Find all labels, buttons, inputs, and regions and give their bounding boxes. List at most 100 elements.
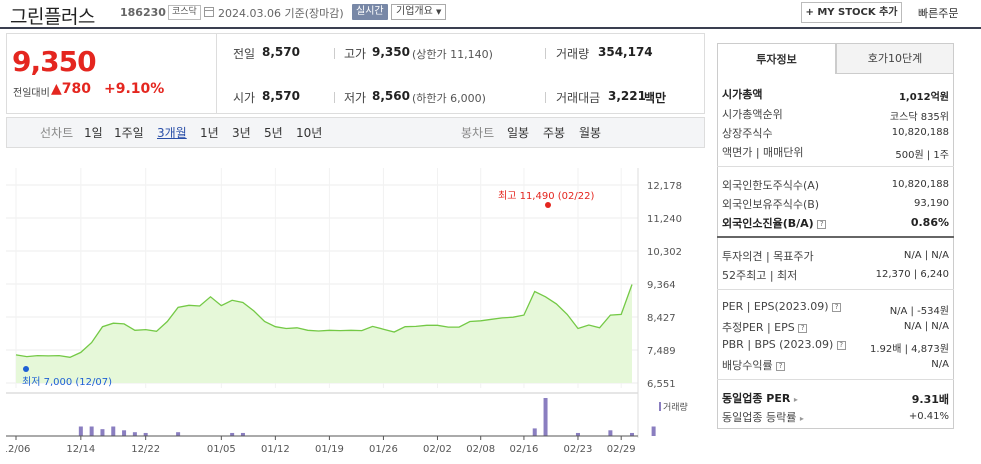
x-tick-label: 02/16 bbox=[510, 444, 539, 455]
open-value: 8,570 bbox=[262, 89, 300, 103]
y-tick-label: 9,364 bbox=[647, 280, 676, 291]
listed-shares-value: 10,820,188 bbox=[891, 127, 949, 138]
foreign-limit-label: 외국인한도주식수(A) bbox=[722, 179, 820, 192]
min-marker bbox=[23, 366, 29, 372]
foreign-holding-label: 외국인보유주식수(B) bbox=[722, 198, 820, 211]
sector-change-label[interactable]: 동일업종 등락률 ▸ bbox=[722, 409, 804, 425]
prev-close-value: 8,570 bbox=[262, 45, 300, 59]
volume-bar bbox=[100, 429, 105, 436]
divider bbox=[545, 92, 546, 103]
amount-value: 3,221 bbox=[608, 89, 646, 103]
volume-label: 거래량 bbox=[556, 47, 590, 61]
chevron-right-icon: ▸ bbox=[793, 395, 798, 404]
opinion-label: 투자의견 | 목표주가 bbox=[722, 250, 814, 263]
sector-change-value: +0.41% bbox=[908, 411, 949, 422]
stock-code: 186230 bbox=[120, 6, 166, 19]
candle-daily[interactable]: 일봉 bbox=[507, 124, 529, 141]
week52-value: 12,370 | 6,240 bbox=[875, 269, 949, 280]
market-cap-rank-label: 시가총액순위 bbox=[722, 108, 783, 121]
period-5y[interactable]: 5년 bbox=[264, 124, 283, 141]
add-mystock-button[interactable]: + MY STOCK 추가 bbox=[801, 2, 902, 23]
divider bbox=[334, 48, 335, 59]
current-price: 9,350 bbox=[12, 45, 97, 78]
tab-invest-info[interactable]: 투자정보 bbox=[717, 43, 836, 74]
volume-label: 거래량 bbox=[663, 401, 688, 413]
market-cap-value: 1,012억원 bbox=[898, 92, 949, 103]
chart-svg: 12,178 11,240 10,302 9,364 8,427 7,489 6,551 최고… bbox=[6, 168, 688, 455]
foreign-holding-value: 93,190 bbox=[914, 198, 949, 209]
period-1w[interactable]: 1주일 bbox=[114, 124, 144, 141]
divider bbox=[216, 33, 217, 114]
realtime-button[interactable]: 실시간 bbox=[352, 4, 388, 20]
pbr-bps-label: PBR | BPS (2023.09) ? bbox=[722, 338, 846, 351]
divider bbox=[717, 379, 954, 380]
amount-label: 거래대금 bbox=[556, 91, 601, 105]
low-label: 저가 bbox=[344, 91, 367, 105]
amount-unit: 백만 bbox=[644, 91, 667, 105]
prev-close-label: 전일 bbox=[233, 47, 256, 61]
y-tick-label: 6,551 bbox=[647, 379, 676, 390]
x-tick-label: 12/14 bbox=[66, 444, 95, 455]
help-icon[interactable]: ? bbox=[832, 303, 842, 312]
candle-weekly[interactable]: 주봉 bbox=[543, 124, 565, 141]
x-tick-label: 01/19 bbox=[315, 444, 344, 455]
quick-order-button[interactable]: 빠른주문 bbox=[918, 5, 958, 21]
x-tick-label: 01/05 bbox=[207, 444, 236, 455]
period-1d[interactable]: 1일 bbox=[84, 124, 103, 141]
x-tick-label: 02/29 bbox=[607, 444, 636, 455]
dividend-label: 배당수익률 ? bbox=[722, 357, 786, 373]
x-tick-label: 01/26 bbox=[369, 444, 398, 455]
max-label: 최고 11,490 (02/22) bbox=[498, 190, 594, 202]
volume-bar bbox=[78, 426, 83, 436]
sector-per-value: 9.31배 bbox=[911, 393, 949, 406]
price-chart[interactable]: 12,178 11,240 10,302 9,364 8,427 7,489 6,551 최고… bbox=[6, 148, 705, 464]
upper-limit: (상한가 11,140) bbox=[412, 48, 493, 61]
est-per-label: 추정PER | EPS ? bbox=[722, 319, 808, 335]
help-icon[interactable]: ? bbox=[817, 220, 827, 229]
period-3y[interactable]: 3년 bbox=[232, 124, 251, 141]
divider bbox=[717, 166, 954, 167]
candle-monthly[interactable]: 월봉 bbox=[579, 124, 601, 141]
week52-label: 52주최고 | 최저 bbox=[722, 269, 798, 282]
price-area bbox=[16, 284, 632, 383]
x-tick-label: 12/06 bbox=[6, 444, 30, 455]
price-change-pct: +9.10% bbox=[104, 81, 165, 97]
volume-bar bbox=[608, 430, 613, 436]
volume-legend-swatch bbox=[659, 402, 661, 411]
max-marker bbox=[545, 202, 551, 208]
volume-bar bbox=[651, 426, 656, 436]
opinion-value: N/A | N/A bbox=[903, 250, 949, 261]
foreign-ratio-label: 외국인소진율(B/A) ? bbox=[722, 215, 827, 231]
divider bbox=[717, 289, 954, 290]
stock-name: 그린플러스 bbox=[10, 6, 95, 28]
volume-bar bbox=[122, 430, 127, 436]
help-icon[interactable]: ? bbox=[776, 362, 786, 371]
divider bbox=[717, 236, 954, 238]
chevron-down-icon: ▼ bbox=[436, 8, 442, 16]
foreign-limit-value: 10,820,188 bbox=[891, 179, 949, 190]
base-date: 2024.03.06 기준(장마감) bbox=[218, 7, 344, 20]
line-chart-label: 선차트 bbox=[40, 126, 74, 140]
calendar-icon bbox=[204, 7, 214, 17]
x-tick-label: 02/02 bbox=[423, 444, 452, 455]
help-icon[interactable]: ? bbox=[836, 341, 846, 350]
volume-bar bbox=[111, 426, 116, 436]
corp-overview-label: 기업개요 bbox=[396, 6, 433, 17]
volume-value: 354,174 bbox=[598, 45, 653, 59]
market-cap-label: 시가총액 bbox=[722, 88, 763, 101]
divider bbox=[545, 48, 546, 59]
period-1y[interactable]: 1년 bbox=[200, 124, 219, 141]
x-tick-label: 01/12 bbox=[261, 444, 290, 455]
period-10y[interactable]: 10년 bbox=[296, 124, 322, 141]
y-tick-label: 12,178 bbox=[647, 181, 682, 192]
tab-orderbook[interactable]: 호가10단계 bbox=[836, 43, 954, 74]
change-label: 전일대비 bbox=[13, 88, 50, 99]
sector-per-label[interactable]: 동일업종 PER ▸ bbox=[722, 390, 798, 406]
foreign-ratio-value: 0.86% bbox=[910, 216, 949, 229]
volume-bar bbox=[176, 432, 181, 436]
lower-limit: (하한가 6,000) bbox=[412, 92, 486, 105]
corp-overview-dropdown[interactable]: 기업개요 ▼ bbox=[391, 4, 447, 20]
volume-bar bbox=[543, 398, 548, 436]
help-icon[interactable]: ? bbox=[798, 324, 808, 333]
period-3m[interactable]: 3개월 bbox=[157, 124, 187, 141]
